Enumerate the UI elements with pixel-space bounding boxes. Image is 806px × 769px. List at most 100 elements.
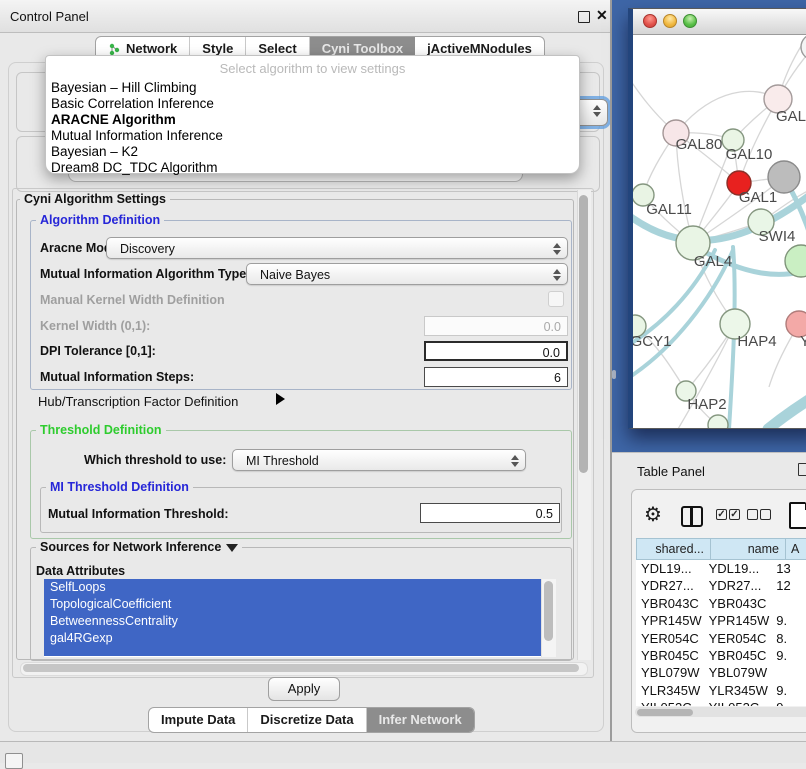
- table-cell[interactable]: YBR043C: [704, 595, 772, 612]
- mi-type-combo[interactable]: Naive Bayes: [246, 263, 568, 285]
- network-canvas[interactable]: GALGAL80GAL10GAL11GAL1SWI4GAL4GCY1HAP4YH…: [633, 35, 806, 428]
- table-cell[interactable]: YPR145W: [636, 612, 704, 629]
- algorithm-option[interactable]: Mutual Information Inference: [49, 128, 576, 144]
- table-cell[interactable]: YBL079W: [636, 664, 704, 681]
- aracne-mode-combo[interactable]: Discovery: [106, 237, 568, 259]
- column-layout-icon[interactable]: [681, 506, 703, 527]
- network-icon: [108, 43, 121, 56]
- table-cell[interactable]: 8.: [771, 630, 806, 647]
- algorithm-option[interactable]: Bayesian – K2: [49, 144, 576, 160]
- which-threshold-combo[interactable]: MI Threshold: [232, 449, 526, 471]
- tab-impute-data[interactable]: Impute Data: [149, 708, 248, 732]
- table-cell[interactable]: YDR27...: [704, 577, 772, 594]
- table-cell[interactable]: YER054C: [636, 630, 704, 647]
- table-cell[interactable]: YLR345W: [704, 682, 772, 699]
- table-row[interactable]: YLR345WYLR345W9.: [636, 682, 806, 699]
- network-graph[interactable]: GALGAL80GAL10GAL11GAL1SWI4GAL4GCY1HAP4YH…: [633, 35, 806, 428]
- gear-icon[interactable]: ⚙: [644, 502, 662, 527]
- apply-button[interactable]: Apply: [268, 677, 340, 701]
- table-cell[interactable]: [771, 595, 806, 612]
- settings-scrollbar-thumb[interactable]: [579, 195, 588, 473]
- table-cell[interactable]: YBR043C: [636, 595, 704, 612]
- table-panel-float-icon[interactable]: [798, 463, 806, 476]
- table-row[interactable]: YBR045CYBR045C9.: [636, 647, 806, 664]
- network-window-titlebar[interactable]: [633, 9, 806, 35]
- table-cell[interactable]: YBR045C: [636, 647, 704, 664]
- data-attributes-list[interactable]: SelfLoopsTopologicalCoefficientBetweenne…: [44, 579, 556, 657]
- attributes-scrollbar[interactable]: [541, 579, 556, 657]
- kernel-width-field[interactable]: 0.0: [424, 316, 568, 336]
- attribute-list-item[interactable]: BetweennessCentrality: [44, 613, 541, 630]
- table-cell[interactable]: YDR27...: [636, 577, 704, 594]
- sources-title[interactable]: Sources for Network Inference: [36, 540, 242, 554]
- manual-kernel-checkbox[interactable]: [548, 291, 564, 307]
- table-cell[interactable]: 9.: [771, 612, 806, 629]
- tab-infer-network[interactable]: Infer Network: [367, 708, 474, 732]
- algorithm-option[interactable]: Basic Correlation Inference: [49, 96, 576, 112]
- table-cell[interactable]: YBR045C: [704, 647, 772, 664]
- table-column-header[interactable]: A: [786, 538, 806, 560]
- table-row[interactable]: YDL19...YDL19...13: [636, 560, 806, 577]
- table-cell[interactable]: YIL052C: [704, 699, 772, 706]
- attribute-list-item[interactable]: [44, 647, 541, 656]
- table-row[interactable]: YBR043CYBR043C: [636, 595, 806, 612]
- control-panel-titlebar[interactable]: Control Panel ✕: [0, 0, 610, 33]
- minimize-traffic-light-icon[interactable]: [663, 14, 677, 28]
- cyni-mode-tabs: Impute Data Discretize Data Infer Networ…: [148, 707, 475, 733]
- splitter-collapse-handle[interactable]: [612, 370, 616, 379]
- table-cell[interactable]: YDL19...: [636, 560, 704, 577]
- app-root: Control Panel ✕ Network Style Select Cyn…: [0, 0, 806, 762]
- collapse-arrow-icon[interactable]: [226, 544, 238, 552]
- table-cell[interactable]: YPR145W: [704, 612, 772, 629]
- zoom-traffic-light-icon[interactable]: [683, 14, 697, 28]
- deselect-all-checkbox-icon[interactable]: [760, 509, 771, 520]
- dpi-tolerance-field[interactable]: 0.0: [424, 341, 568, 361]
- status-bar-icon[interactable]: [5, 753, 23, 769]
- mi-steps-field[interactable]: 6: [424, 367, 568, 387]
- mi-threshold-field[interactable]: 0.5: [420, 503, 560, 523]
- algorithm-option[interactable]: Dream8 DC_TDC Algorithm: [49, 160, 576, 176]
- network-node-label: HAP2: [687, 396, 726, 413]
- table-cell[interactable]: YLR345W: [636, 682, 704, 699]
- table-hscrollbar-thumb[interactable]: [637, 709, 693, 716]
- dpi-tolerance-label: DPI Tolerance [0,1]:: [40, 344, 156, 358]
- deselect-all-checkbox-icon[interactable]: [747, 509, 758, 520]
- export-table-icon[interactable]: [789, 502, 806, 529]
- table-column-header[interactable]: name: [711, 538, 786, 560]
- table-cell[interactable]: 9: [771, 699, 806, 706]
- attributes-scrollbar-thumb[interactable]: [544, 581, 553, 641]
- table-cell[interactable]: 12: [771, 577, 806, 594]
- table-column-header[interactable]: shared...: [636, 538, 711, 560]
- network-view-window[interactable]: GALGAL80GAL10GAL11GAL1SWI4GAL4GCY1HAP4YH…: [628, 8, 806, 429]
- network-node[interactable]: [801, 35, 806, 60]
- expand-arrow-icon[interactable]: [276, 393, 285, 405]
- close-window-icon[interactable]: ✕: [596, 7, 608, 24]
- network-node-label: GAL4: [694, 253, 732, 270]
- table-cell[interactable]: 13: [771, 560, 806, 577]
- table-cell[interactable]: YIL052C: [636, 699, 704, 706]
- table-cell[interactable]: [771, 664, 806, 681]
- close-traffic-light-icon[interactable]: [643, 14, 657, 28]
- network-node[interactable]: [708, 415, 728, 428]
- table-cell[interactable]: YDL19...: [704, 560, 772, 577]
- table-cell[interactable]: 9.: [771, 682, 806, 699]
- table-row[interactable]: YIL052CYIL052C9: [636, 699, 806, 706]
- algorithm-option[interactable]: Bayesian – Hill Climbing: [49, 80, 576, 96]
- table-row[interactable]: YER054CYER054C8.: [636, 630, 806, 647]
- tab-discretize-data[interactable]: Discretize Data: [248, 708, 366, 732]
- select-all-checkbox-icon[interactable]: ✓: [729, 509, 740, 520]
- table-cell[interactable]: YBL079W: [704, 664, 772, 681]
- attribute-list-item[interactable]: SelfLoops: [44, 579, 541, 596]
- table-row[interactable]: YBL079WYBL079W: [636, 664, 806, 681]
- algorithm-option[interactable]: ARACNE Algorithm: [49, 112, 576, 128]
- attribute-list-item[interactable]: gal4RGexp: [44, 630, 541, 647]
- hub-definition-toggle[interactable]: Hub/Transcription Factor Definition: [38, 394, 238, 409]
- table-row[interactable]: YDR27...YDR27...12: [636, 577, 806, 594]
- settings-hscrollbar-thumb[interactable]: [23, 664, 579, 672]
- table-row[interactable]: YPR145WYPR145W9.: [636, 612, 806, 629]
- table-cell[interactable]: 9.: [771, 647, 806, 664]
- select-all-checkbox-icon[interactable]: ✓: [716, 509, 727, 520]
- attribute-list-item[interactable]: TopologicalCoefficient: [44, 596, 541, 613]
- float-window-icon[interactable]: [578, 11, 590, 23]
- table-cell[interactable]: YER054C: [704, 630, 772, 647]
